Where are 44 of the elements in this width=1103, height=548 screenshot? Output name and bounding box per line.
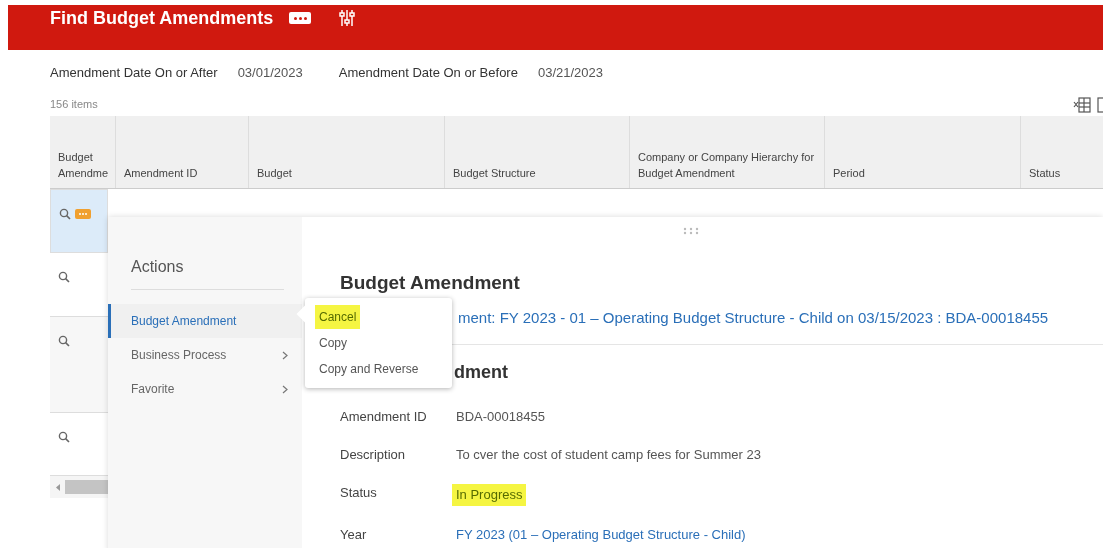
column-header[interactable]: Company or Company Hierarchy for Budget Amendment	[629, 116, 824, 188]
export-to-spreadsheet-icon[interactable]	[1073, 96, 1091, 114]
horizontal-scrollbar[interactable]	[50, 476, 108, 498]
field-value: To cver the cost of student camp fees for Summer 23	[456, 445, 761, 464]
more-button[interactable]	[289, 12, 312, 24]
field-value: BDA-00018455	[456, 407, 545, 426]
budget-amendment-link[interactable]: ment: FY 2023 - 01 – Operating Budget Structure - Child on 03/15/2023 : BDA-00018455	[458, 308, 1049, 326]
column-header[interactable]: Status	[1020, 116, 1103, 188]
chevron-right-icon	[282, 350, 288, 360]
field-value: In Progress	[452, 483, 527, 506]
drag-handle-icon[interactable]	[683, 227, 699, 235]
submenu-item[interactable]: Copy	[319, 334, 347, 352]
filter-sliders-icon[interactable]	[339, 9, 356, 27]
column-header[interactable]: Period	[824, 116, 1020, 188]
filter-label: Amendment Date On or Before	[338, 65, 518, 82]
field-label: Status	[340, 483, 378, 502]
column-header[interactable]: Budget	[248, 116, 444, 188]
section-heading: dment	[454, 360, 509, 384]
field-label: Description	[340, 445, 407, 464]
column-header[interactable]: Budget Structure	[444, 116, 629, 188]
field-link[interactable]: FY 2023 (01 – Operating Budget Structure - Child)	[456, 525, 746, 544]
submenu-item[interactable]: Cancel	[315, 305, 361, 329]
action-menu-item[interactable]: Budget Amendment	[108, 304, 302, 338]
item-count: 156 items	[50, 96, 98, 112]
submenu-item[interactable]: Copy and Reverse	[319, 360, 419, 378]
search-icon[interactable]	[58, 431, 70, 443]
filter-value: 03/01/2023	[237, 65, 303, 82]
action-menu-item[interactable]: Favorite	[108, 372, 302, 406]
detail-heading: Budget Amendment	[340, 271, 521, 295]
action-menu-item[interactable]: Business Process	[108, 338, 302, 372]
table-icon[interactable]	[1097, 96, 1103, 114]
field-label: Year	[340, 525, 368, 544]
filter-value: 03/21/2023	[537, 65, 603, 82]
column-header[interactable]: Amendment ID	[115, 116, 248, 188]
filter-label: Amendment Date On or After	[50, 65, 218, 82]
page-title: Find Budget Amendments	[50, 7, 274, 30]
actions-heading: Actions	[131, 255, 284, 290]
column-header[interactable]: Budget Amendme	[50, 116, 115, 188]
field-label: Amendment ID	[340, 407, 428, 426]
search-icon[interactable]	[59, 208, 71, 220]
scroll-left-icon[interactable]	[56, 483, 61, 491]
chevron-right-icon	[282, 384, 288, 394]
search-icon[interactable]	[58, 335, 70, 347]
search-icon[interactable]	[58, 271, 70, 283]
